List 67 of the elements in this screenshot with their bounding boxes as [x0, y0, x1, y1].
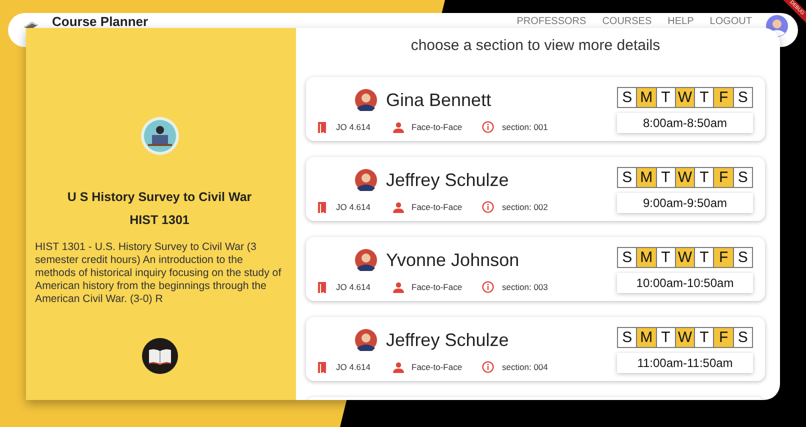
time-label: 8:00am-8:50am	[617, 113, 753, 133]
section-card[interactable]: Yvonne Johnson JO 4.614 Face-to-Face section: 003 S M T W T F S 10:00am-10:50am	[306, 237, 765, 301]
avatar-icon	[355, 329, 377, 351]
nav-link[interactable]: COURSES	[602, 16, 652, 27]
section-card[interactable]: Jeffrey Schulze JO 4.614 Face-to-Face section: 002 S M T W T F S 9:00am-9:50am	[306, 157, 765, 221]
weekday-cell: F	[714, 328, 734, 347]
weekday-cell: W	[676, 168, 696, 187]
weekday-cell: M	[637, 168, 657, 187]
weekday-cell: T	[656, 328, 676, 347]
avatar-icon	[355, 169, 377, 191]
section-number: section: 001	[502, 122, 548, 132]
door-icon	[318, 121, 328, 133]
weekday-cell: M	[637, 328, 657, 347]
course-title: U S History Survey to Civil War	[67, 190, 252, 204]
person-icon	[392, 202, 404, 212]
door-icon	[318, 201, 328, 213]
weekday-cell: F	[714, 248, 734, 267]
time-label: 11:00am-11:50am	[617, 353, 753, 373]
section-number: section: 002	[502, 202, 548, 212]
professor-name: Gina Bennett	[386, 90, 492, 110]
mode-label: Face-to-Face	[412, 122, 462, 132]
weekday-cell: W	[676, 328, 696, 347]
avatar-icon	[355, 89, 377, 111]
book-icon[interactable]	[142, 338, 178, 374]
info-icon	[482, 201, 494, 213]
course-description: HIST 1301 - U.S. History Survey to Civil War (3 semester credit hours) An introduction to the methods of historical inquiry focusing on the study of American history from the beginnings through the American Civil War. (3-0) R	[35, 241, 282, 306]
person-icon	[392, 362, 404, 372]
professor-name: Jeffrey Schulze	[386, 170, 509, 190]
info-icon	[482, 361, 494, 373]
weekday-cell: F	[714, 168, 734, 187]
time-label: 10:00am-10:50am	[617, 273, 753, 293]
weekday-cell: T	[656, 248, 676, 267]
door-icon	[318, 361, 328, 373]
info-icon	[482, 281, 494, 293]
section-number: section: 003	[502, 282, 548, 292]
person-icon	[392, 122, 404, 132]
room-label: JO 4.614	[336, 202, 370, 212]
mode-label: Face-to-Face	[412, 202, 462, 212]
mode-label: Face-to-Face	[412, 362, 462, 372]
info-icon	[482, 121, 494, 133]
weekday-cell: M	[637, 88, 657, 107]
student-icon	[140, 116, 180, 156]
weekday-cell: F	[714, 88, 734, 107]
sections-heading: choose a section to view more details	[410, 36, 662, 56]
app-title: Course Planner	[52, 15, 150, 28]
person-icon	[392, 282, 404, 292]
professor-name: Yvonne Johnson	[386, 250, 520, 270]
mode-label: Face-to-Face	[412, 282, 462, 292]
room-label: JO 4.614	[336, 122, 370, 132]
professor-name: Jeffrey Schulze	[386, 330, 509, 350]
weekday-cell: W	[676, 248, 696, 267]
door-icon	[318, 281, 328, 293]
room-label: JO 4.614	[336, 282, 370, 292]
nav-link[interactable]: LOGOUT	[710, 16, 752, 27]
section-card[interactable]: Jeffrey Schulze JO 4.614 Face-to-Face section: 004 S M T W T F S 11:00am-11:50am	[306, 317, 765, 381]
section-number: section: 004	[502, 362, 548, 372]
weekday-cell: T	[656, 168, 676, 187]
course-code: HIST 1301	[130, 213, 190, 227]
weekday-cell: W	[676, 88, 696, 107]
nav-link[interactable]: PROFESSORS	[516, 16, 586, 27]
time-label: 9:00am-9:50am	[617, 193, 753, 213]
section-card[interactable]: Gina Bennett JO 4.614 Face-to-Face section: 001 S M T W T F S 8:00am-8:50am	[306, 77, 765, 141]
weekday-cell: T	[656, 88, 676, 107]
nav-link[interactable]: HELP	[668, 16, 694, 27]
avatar-icon	[355, 249, 377, 271]
room-label: JO 4.614	[336, 362, 370, 372]
weekday-cell: M	[637, 248, 657, 267]
